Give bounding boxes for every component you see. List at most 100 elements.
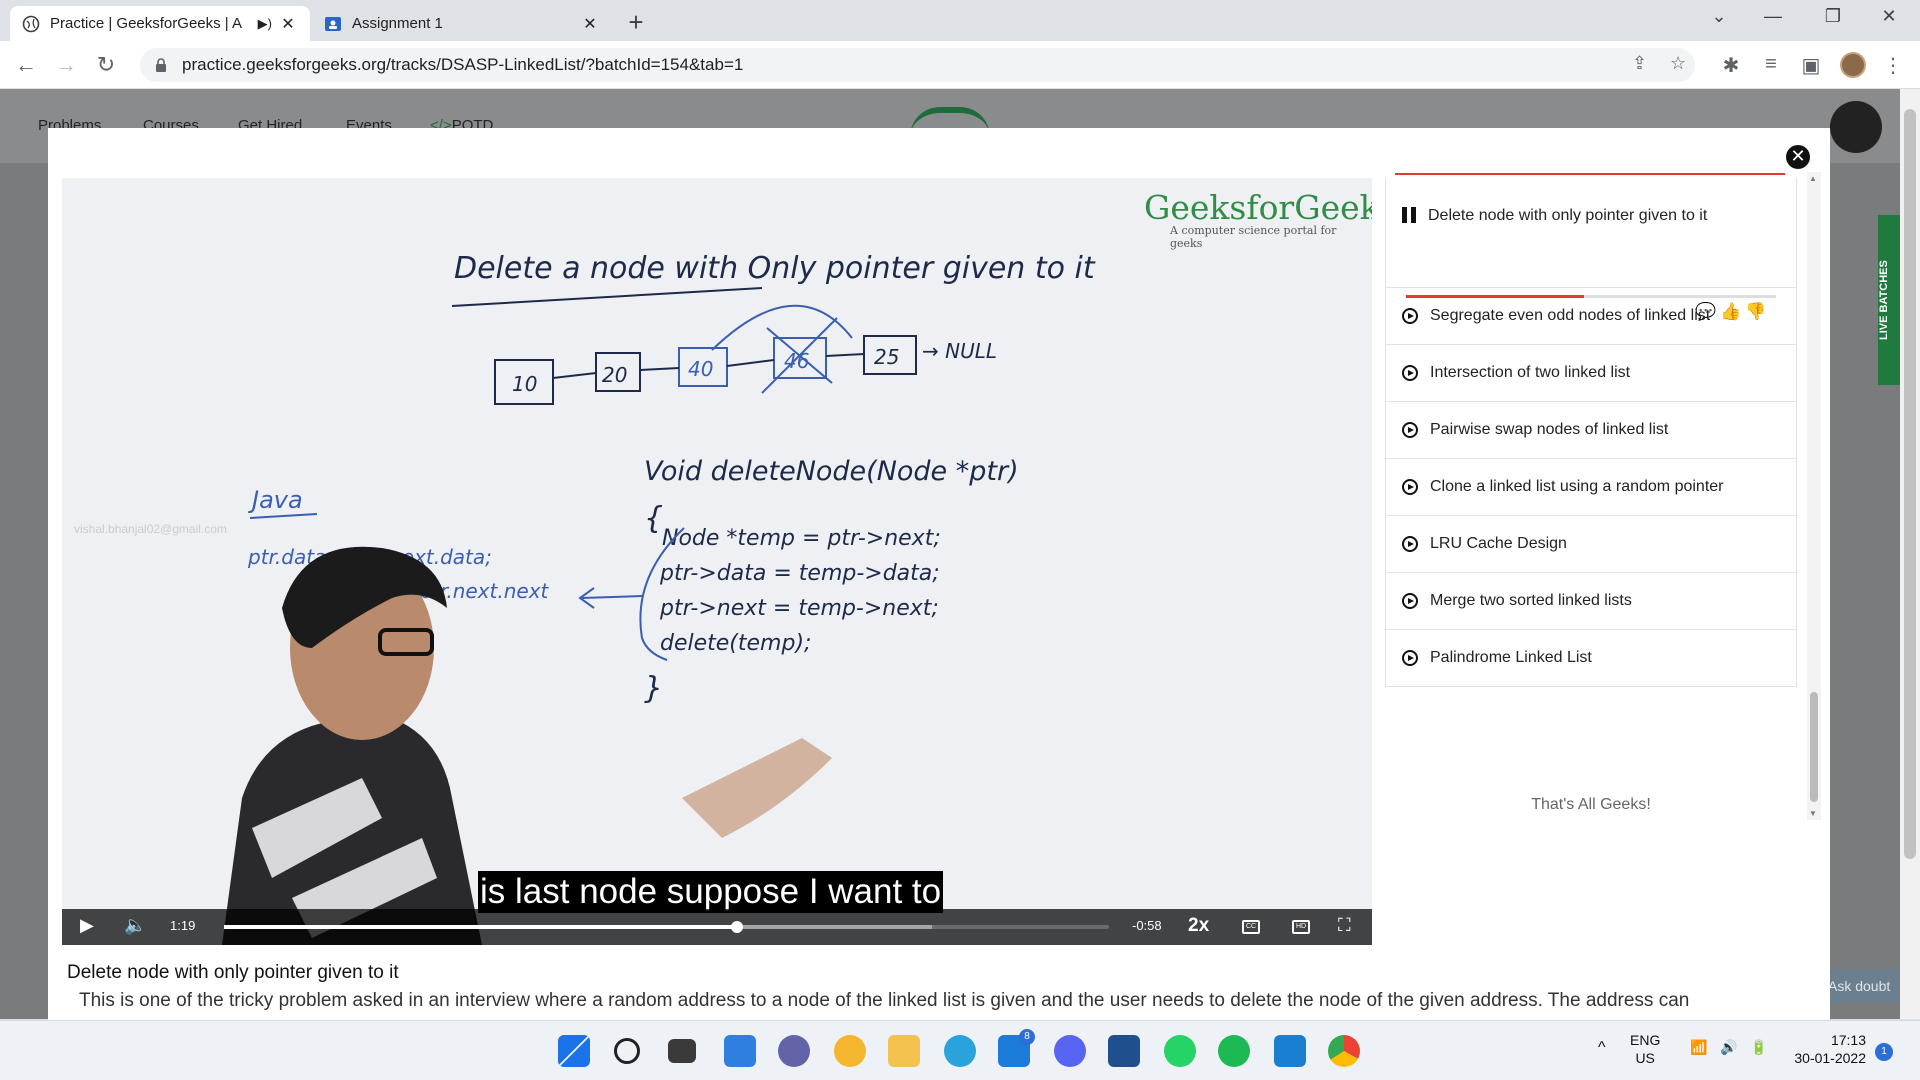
notification-badge[interactable]: 1: [1875, 1043, 1893, 1061]
whatsapp-icon[interactable]: [1164, 1035, 1196, 1067]
page-scrollbar[interactable]: [1900, 89, 1920, 1019]
playlist-item-current[interactable]: Delete node with only pointer given to i…: [1385, 178, 1797, 298]
node-4: 46: [784, 349, 809, 373]
close-tab-icon[interactable]: ✕: [278, 14, 298, 34]
battery-icon[interactable]: 🔋: [1750, 1039, 1767, 1056]
volume-tray-icon[interactable]: 🔊: [1720, 1039, 1737, 1056]
speed-button[interactable]: 2x: [1188, 915, 1209, 937]
side-panel-icon[interactable]: ▣: [1798, 53, 1824, 78]
menu-icon[interactable]: ⋮: [1880, 53, 1906, 78]
tab-assignment[interactable]: Assignment 1 ✕: [312, 6, 612, 41]
live-batches-tab[interactable]: LIVE BATCHES: [1878, 215, 1900, 385]
playlist-end-text: That's All Geeks!: [1531, 796, 1651, 813]
tab-title: Practice | GeeksforGeeks | A: [50, 15, 243, 32]
email-watermark: vishal.bhanjal02@gmail.com: [74, 522, 227, 536]
tab-practice[interactable]: Practice | GeeksforGeeks | A ▶) ✕: [10, 6, 310, 41]
video-controls: ▶ 🔈 1:19 -0:58 2x CC HD ⛶: [62, 909, 1372, 945]
vscode-icon[interactable]: [1274, 1035, 1306, 1067]
pause-icon: [1402, 207, 1416, 223]
playlist-item[interactable]: Pairwise swap nodes of linked list: [1385, 402, 1797, 459]
hd-icon[interactable]: HD: [1292, 920, 1310, 934]
file-explorer-icon[interactable]: [888, 1035, 920, 1067]
playlist-item[interactable]: Palindrome Linked List: [1385, 630, 1797, 687]
play-circle-icon: [1402, 650, 1418, 666]
fullscreen-icon[interactable]: ⛶: [1338, 915, 1351, 936]
lock-icon: [156, 58, 166, 72]
classroom-icon: [325, 16, 341, 31]
tab-search-icon[interactable]: ⌄: [1696, 6, 1742, 27]
clock[interactable]: 17:13 30-01-2022: [1782, 1031, 1866, 1067]
playlist-item-label: Delete node with only pointer given to i…: [1428, 207, 1708, 224]
widgets-icon[interactable]: [724, 1035, 756, 1067]
current-time: 1:19: [170, 918, 196, 933]
maximize-button[interactable]: ❐: [1810, 6, 1856, 27]
playlist-item[interactable]: Segregate even odd nodes of linked list: [1385, 288, 1797, 345]
whiteboard: Delete a node with Only pointer given to…: [222, 251, 1096, 945]
language-indicator[interactable]: ENG US: [1630, 1031, 1660, 1067]
teams-chat-icon[interactable]: [778, 1035, 810, 1067]
prime-video-icon[interactable]: [1108, 1035, 1140, 1067]
close-modal-button[interactable]: ✕: [1786, 145, 1810, 169]
wifi-icon[interactable]: 📶: [1690, 1039, 1707, 1056]
played-bar: [224, 925, 738, 929]
address-bar[interactable]: practice.geeksforgeeks.org/tracks/DSASP-…: [140, 48, 1695, 82]
discord-icon[interactable]: [1054, 1035, 1086, 1067]
play-icon[interactable]: ▶: [80, 915, 94, 936]
java-label: Java: [248, 486, 303, 514]
seek-bar[interactable]: [224, 921, 1109, 933]
play-circle-icon: [1402, 365, 1418, 381]
spotify-icon[interactable]: [1218, 1035, 1250, 1067]
play-circle-icon: [1402, 308, 1418, 324]
node-2: 20: [602, 363, 627, 387]
video-player[interactable]: Delete a node with Only pointer given to…: [62, 178, 1372, 945]
code-line-4: delete(temp);: [660, 631, 811, 656]
search-icon[interactable]: [614, 1038, 640, 1064]
browser-toolbar: ← → ↻ practice.geeksforgeeks.org/tracks/…: [0, 41, 1920, 89]
playlist-previous-progress: [1395, 173, 1785, 175]
remaining-time: -0:58: [1132, 918, 1162, 933]
media-queue-icon[interactable]: ≡: [1758, 53, 1784, 76]
board-title: Delete a node with Only pointer given to…: [454, 251, 1096, 286]
playlist-item[interactable]: LRU Cache Design: [1385, 516, 1797, 573]
telegram-icon[interactable]: [944, 1035, 976, 1067]
bookmark-star-icon[interactable]: ☆: [1670, 53, 1686, 74]
close-tab-icon[interactable]: ✕: [580, 14, 600, 34]
share-icon[interactable]: ⇪: [1632, 53, 1647, 74]
forward-icon[interactable]: →: [52, 51, 80, 79]
playlist-item[interactable]: Intersection of two linked list: [1385, 345, 1797, 402]
video-subtitle: is last node suppose I want to: [478, 871, 944, 913]
lesson-title: Delete node with only pointer given to i…: [67, 962, 399, 983]
node-1: 10: [512, 372, 537, 396]
playlist-item[interactable]: Clone a linked list using a random point…: [1385, 459, 1797, 516]
captions-icon[interactable]: CC: [1242, 920, 1260, 934]
tab-title: Assignment 1: [352, 15, 443, 32]
volume-icon[interactable]: 🔈: [124, 915, 146, 936]
open-brace: {: [644, 501, 663, 536]
user-avatar[interactable]: [1830, 101, 1882, 153]
gfg-watermark-tagline: A computer science portal for geeks: [1170, 224, 1337, 250]
playlist-item[interactable]: Merge two sorted linked lists: [1385, 573, 1797, 630]
minimize-button[interactable]: —: [1750, 6, 1796, 27]
ask-doubt-button[interactable]: Ask doubt: [1820, 969, 1900, 1003]
code-line-3: ptr->next = temp->next;: [659, 596, 939, 621]
reload-icon[interactable]: ↻: [92, 51, 120, 79]
task-view-icon[interactable]: [668, 1039, 696, 1063]
new-tab-button[interactable]: +: [620, 8, 652, 38]
weather-icon[interactable]: [834, 1035, 866, 1067]
playlist: Delete node with only pointer given to i…: [1385, 128, 1830, 1020]
extensions-icon[interactable]: ✱: [1718, 53, 1744, 78]
playlist-scrollbar[interactable]: ▲ ▼: [1807, 172, 1821, 820]
seek-handle[interactable]: [731, 921, 744, 933]
code-line-1: Node *temp = ptr->next;: [662, 526, 941, 551]
node-5: 25: [874, 345, 899, 369]
play-circle-icon: [1402, 479, 1418, 495]
null-label: → NULL: [922, 339, 997, 363]
speaker-icon[interactable]: ▶): [258, 16, 272, 32]
profile-avatar[interactable]: [1840, 52, 1866, 78]
tray-overflow-icon[interactable]: ^: [1598, 1039, 1606, 1057]
chrome-icon[interactable]: [1328, 1035, 1360, 1067]
start-icon[interactable]: [558, 1035, 590, 1067]
back-icon[interactable]: ←: [12, 51, 40, 79]
close-window-button[interactable]: ✕: [1866, 6, 1912, 27]
gfg-watermark: GeeksforGeeks: [1144, 188, 1372, 227]
